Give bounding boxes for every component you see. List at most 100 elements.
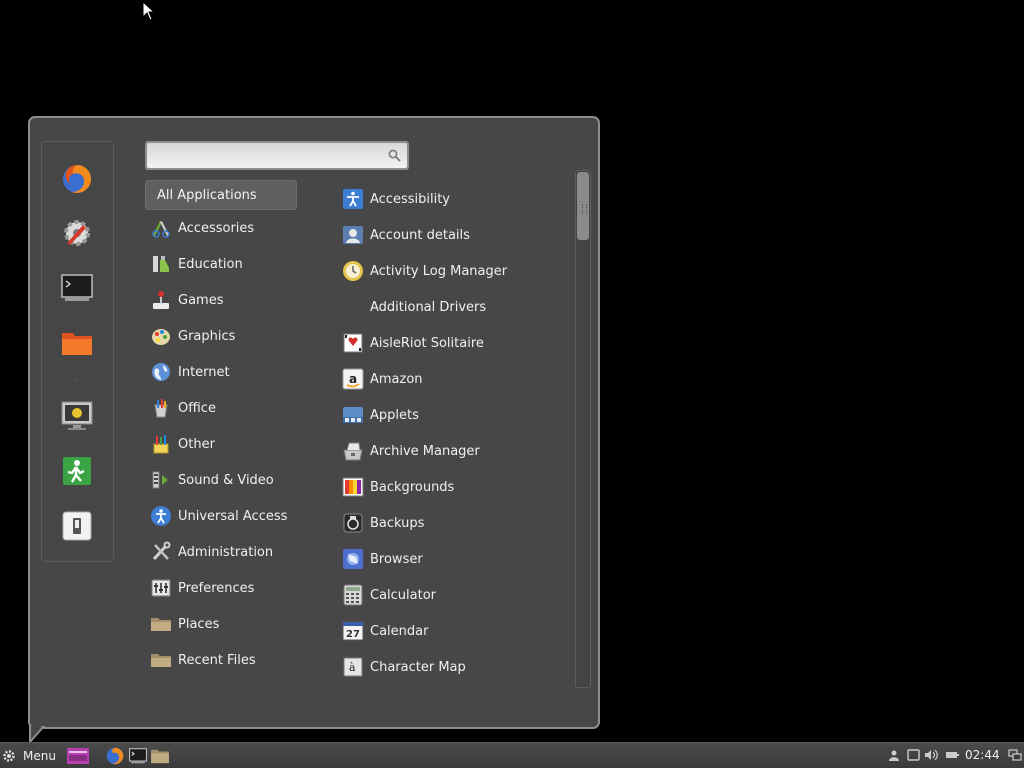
- universal-access-icon: [150, 505, 172, 527]
- category-all-applications[interactable]: All Applications: [145, 180, 297, 210]
- launcher-files[interactable]: [149, 746, 171, 766]
- games-icon: [150, 289, 172, 311]
- launcher-firefox[interactable]: [104, 746, 126, 766]
- app-character-map[interactable]: à Character Map: [342, 652, 562, 682]
- category-label: Accessories: [178, 220, 255, 236]
- category-games[interactable]: Games: [150, 285, 336, 315]
- menu-button[interactable]: Menu: [2, 745, 56, 767]
- applets-icon: [342, 404, 364, 426]
- tray-volume[interactable]: [924, 748, 938, 762]
- accessibility-icon: [342, 188, 364, 210]
- terminal-icon: [129, 748, 147, 764]
- app-amazon[interactable]: a Amazon: [342, 364, 562, 394]
- backups-icon: [342, 512, 364, 534]
- app-backups[interactable]: Backups: [342, 508, 562, 538]
- favorite-firefox[interactable]: [59, 161, 95, 197]
- gear-icon: [3, 750, 15, 762]
- other-icon: [150, 433, 172, 455]
- category-sound-video[interactable]: Sound & Video: [150, 465, 336, 495]
- category-label: Sound & Video: [178, 472, 274, 488]
- category-label: Preferences: [178, 580, 255, 596]
- apps-scrollbar[interactable]: [575, 170, 591, 688]
- favorite-shutdown[interactable]: [59, 508, 95, 544]
- favorite-files[interactable]: [59, 325, 95, 361]
- app-label: Backgrounds: [370, 479, 455, 495]
- system-settings-icon: [64, 220, 90, 246]
- category-graphics[interactable]: Graphics: [150, 321, 336, 351]
- app-account-details[interactable]: Account details: [342, 220, 562, 250]
- category-other[interactable]: Other: [150, 429, 336, 459]
- category-label: Universal Access: [178, 508, 288, 524]
- category-recent-files[interactable]: Recent Files: [150, 645, 336, 675]
- search-input[interactable]: [147, 143, 407, 168]
- favorite-logout[interactable]: [59, 453, 95, 489]
- app-activity-log-manager[interactable]: Activity Log Manager: [342, 256, 562, 286]
- tray-user[interactable]: [887, 748, 901, 762]
- category-places[interactable]: Places: [150, 609, 336, 639]
- category-label: Places: [178, 616, 220, 632]
- tray-display[interactable]: [906, 748, 920, 762]
- tray-network[interactable]: [1008, 748, 1022, 762]
- app-additional-drivers[interactable]: Additional Drivers: [342, 292, 562, 322]
- launcher-terminal[interactable]: [127, 746, 149, 766]
- internet-icon: [150, 361, 172, 383]
- app-label: Calculator: [370, 587, 437, 603]
- clock[interactable]: 02:44: [965, 748, 1000, 762]
- category-universal-access[interactable]: Universal Access: [150, 501, 336, 531]
- category-label: Office: [178, 400, 216, 416]
- firefox-icon: [106, 747, 124, 765]
- app-label: AisleRiot Solitaire: [370, 335, 484, 351]
- app-backgrounds[interactable]: Backgrounds: [342, 472, 562, 502]
- accessories-icon: [150, 217, 172, 239]
- search-icon[interactable]: [388, 149, 401, 162]
- category-label: All Applications: [157, 187, 257, 203]
- category-administration[interactable]: Administration: [150, 537, 336, 567]
- app-label: Character Map: [370, 659, 466, 675]
- app-accessibility[interactable]: Accessibility: [342, 184, 562, 214]
- solitaire-icon: [342, 332, 364, 354]
- workspace-switcher[interactable]: [66, 746, 90, 766]
- favorite-system-settings[interactable]: [59, 215, 95, 251]
- application-menu: All Applications Accessories Education G…: [28, 116, 600, 729]
- scrollbar-thumb[interactable]: [577, 172, 589, 240]
- svg-text:a: a: [349, 372, 357, 386]
- app-aisleriot-solitaire[interactable]: AisleRiot Solitaire: [342, 328, 562, 358]
- category-accessories[interactable]: Accessories: [150, 213, 336, 243]
- taskbar-panel: Menu 02:44: [0, 742, 1024, 768]
- category-office[interactable]: Office: [150, 393, 336, 423]
- category-education[interactable]: Education: [150, 249, 336, 279]
- favorite-terminal[interactable]: [59, 270, 95, 306]
- app-label: Applets: [370, 407, 419, 423]
- app-browser[interactable]: Browser: [342, 544, 562, 574]
- character-map-icon: à: [342, 656, 364, 678]
- app-label: Account details: [370, 227, 470, 243]
- category-label: Internet: [178, 364, 230, 380]
- calendar-icon: 27: [342, 620, 364, 642]
- app-calendar[interactable]: 27 Calendar: [342, 616, 562, 646]
- app-label: Amazon: [370, 371, 423, 387]
- app-label: Backups: [370, 515, 425, 531]
- account-details-icon: [342, 224, 364, 246]
- amazon-icon: a: [342, 368, 364, 390]
- graphics-icon: [150, 325, 172, 347]
- workspace-switcher-icon: [67, 748, 89, 764]
- user-icon: [889, 750, 899, 761]
- favorite-lock-screen[interactable]: [59, 398, 95, 434]
- category-preferences[interactable]: Preferences: [150, 573, 336, 603]
- terminal-icon: [61, 274, 93, 301]
- firefox-icon: [63, 165, 92, 193]
- backgrounds-icon: [342, 476, 364, 498]
- app-calculator[interactable]: Calculator: [342, 580, 562, 610]
- app-applets[interactable]: Applets: [342, 400, 562, 430]
- app-archive-manager[interactable]: Archive Manager: [342, 436, 562, 466]
- scrollbar-trough[interactable]: [575, 170, 591, 688]
- tray-battery[interactable]: [945, 748, 959, 762]
- svg-text:27: 27: [346, 629, 360, 640]
- category-label: Administration: [178, 544, 274, 560]
- places-folder-icon: [150, 613, 172, 635]
- favorites-separator: [75, 379, 79, 380]
- office-icon: [150, 397, 172, 419]
- category-internet[interactable]: Internet: [150, 357, 336, 387]
- administration-icon: [150, 541, 172, 563]
- browser-icon: [342, 548, 364, 570]
